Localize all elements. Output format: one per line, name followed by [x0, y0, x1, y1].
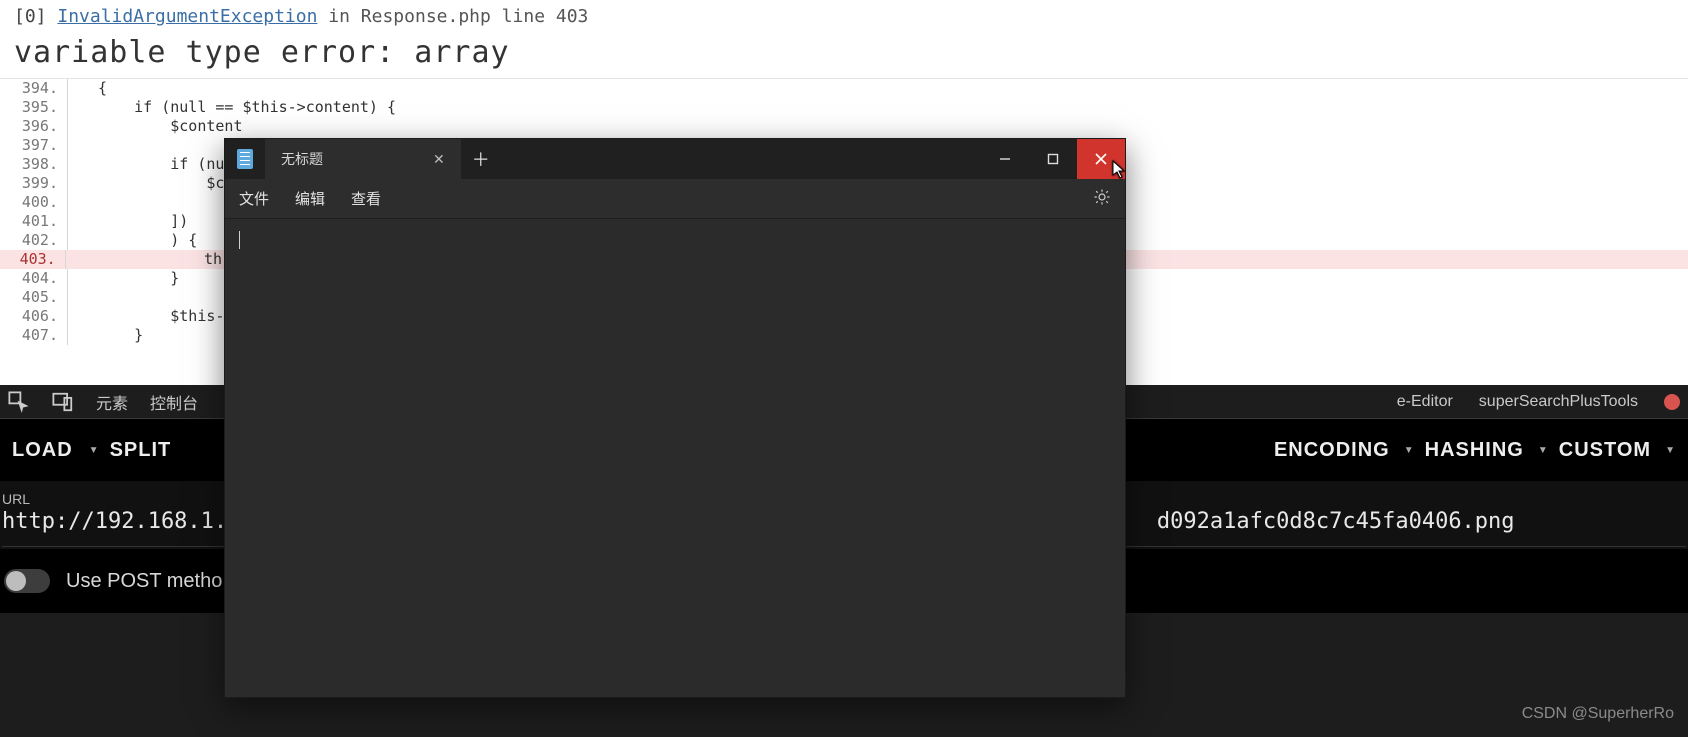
tab-supersearchplus[interactable]: superSearchPlusTools — [1479, 393, 1638, 411]
custom-dropdown[interactable]: CUSTOM — [1559, 439, 1676, 462]
code-text: if (nul — [68, 155, 233, 174]
url-value-left: http://192.168.1.1 — [2, 509, 240, 534]
csdn-watermark: CSDN @SuperherRo — [1522, 705, 1674, 723]
line-number: 404. — [0, 269, 64, 288]
error-meta-line: [0] InvalidArgumentException in Response… — [14, 6, 1674, 27]
error-count-badge[interactable] — [1664, 394, 1680, 410]
code-text: ) { — [68, 231, 197, 250]
line-number: 395. — [0, 98, 64, 117]
line-number: 399. — [0, 174, 64, 193]
tab-elements[interactable]: 元素 — [96, 390, 128, 414]
code-text: { — [68, 79, 107, 98]
code-line: 396. $content — [0, 117, 1688, 136]
code-text: } — [68, 326, 143, 345]
minimize-button[interactable] — [981, 139, 1029, 179]
line-number: 400. — [0, 193, 64, 212]
notepad-tab-title: 无标题 — [281, 149, 323, 169]
encoding-dropdown[interactable]: ENCODING — [1274, 439, 1415, 462]
code-text: if (null == $this->content) { — [68, 98, 396, 117]
error-location-tail: in Response.php line 403 — [317, 6, 588, 27]
notepad-titlebar[interactable]: 无标题 ✕ ＋ — [225, 139, 1125, 179]
line-number: 394. — [0, 79, 64, 98]
error-index: [0] — [14, 6, 47, 27]
new-tab-button[interactable]: ＋ — [461, 139, 501, 179]
menu-view[interactable]: 查看 — [351, 188, 381, 209]
code-text — [68, 136, 98, 155]
hashing-dropdown[interactable]: HASHING — [1425, 439, 1549, 462]
close-button[interactable] — [1077, 139, 1125, 179]
code-text: $content — [68, 117, 243, 136]
close-tab-icon[interactable]: ✕ — [433, 151, 445, 168]
notepad-app-icon — [225, 139, 265, 179]
code-text — [68, 288, 98, 307]
text-caret — [239, 231, 240, 249]
use-post-method-label: Use POST metho — [66, 570, 222, 593]
load-dropdown[interactable] — [83, 445, 100, 456]
load-button[interactable]: LOAD — [12, 439, 73, 462]
maximize-button[interactable] — [1029, 139, 1077, 179]
notepad-menubar: 文件 编辑 查看 — [225, 179, 1125, 219]
inspect-icon[interactable] — [8, 391, 30, 413]
tab-editor[interactable]: e-Editor — [1397, 393, 1453, 411]
code-line: 395. if (null == $this->content) { — [0, 98, 1688, 117]
split-button[interactable]: SPLIT — [110, 439, 172, 462]
code-text: $co — [68, 174, 233, 193]
notepad-window[interactable]: 无标题 ✕ ＋ 文件 编辑 查看 — [224, 138, 1126, 698]
window-buttons — [981, 139, 1125, 179]
line-number: 401. — [0, 212, 64, 231]
line-number: 396. — [0, 117, 64, 136]
settings-gear-icon[interactable] — [1093, 188, 1111, 210]
line-number: 398. — [0, 155, 64, 174]
notepad-editor[interactable] — [225, 219, 1125, 697]
code-text: $this-> — [68, 307, 233, 326]
error-title: variable type error: array — [14, 27, 1674, 70]
line-number: 407. — [0, 326, 64, 345]
code-text: } — [68, 269, 179, 288]
url-value-right: d092a1afc0d8c7c45fa0406.png — [1157, 509, 1515, 534]
menu-edit[interactable]: 编辑 — [295, 188, 325, 209]
tab-console[interactable]: 控制台 — [150, 390, 198, 414]
exception-link[interactable]: InvalidArgumentException — [57, 6, 317, 27]
code-text: ]) — [68, 212, 188, 231]
menu-file[interactable]: 文件 — [239, 188, 269, 209]
device-toolbar-icon[interactable] — [52, 391, 74, 413]
line-number: 402. — [0, 231, 64, 250]
notepad-tab[interactable]: 无标题 ✕ — [265, 139, 461, 179]
code-line: 394.{ — [0, 79, 1688, 98]
line-number: 405. — [0, 288, 64, 307]
line-number: 397. — [0, 136, 64, 155]
line-number: 406. — [0, 307, 64, 326]
use-post-method-toggle[interactable] — [4, 569, 50, 593]
error-header: [0] InvalidArgumentException in Response… — [0, 0, 1688, 79]
line-number: 403. — [0, 250, 62, 269]
